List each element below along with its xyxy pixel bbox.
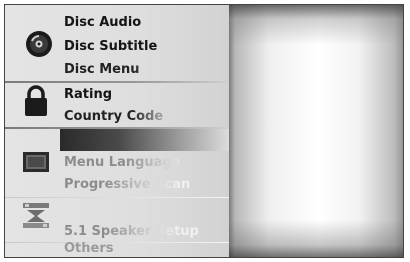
menu-divider [5, 242, 229, 243]
menu-list-panel: Disc Audio Disc Subtitle Disc Menu Ratin… [5, 5, 229, 257]
menu-item-others[interactable]: Others [64, 239, 114, 257]
menu-item-country-code[interactable]: Country Code [64, 107, 163, 127]
menu-item-disc-subtitle[interactable]: Disc Subtitle [64, 37, 157, 57]
padlock-icon [23, 85, 49, 117]
settings-content-panel [229, 5, 403, 257]
menu-divider [5, 197, 229, 198]
menu-item-progressive-scan[interactable]: Progressive Scan [64, 175, 190, 195]
menu-selection-highlight [60, 129, 229, 151]
tv-screen-icon [22, 151, 50, 173]
disc-icon [25, 30, 53, 58]
content-panel-shading [229, 5, 403, 257]
menu-item-disc-menu[interactable]: Disc Menu [64, 60, 139, 80]
menu-item-menu-language[interactable]: Menu Language [64, 153, 181, 173]
speaker-settings-icon [21, 201, 51, 229]
menu-item-disc-audio[interactable]: Disc Audio [64, 13, 141, 33]
setup-menu-frame: Disc Audio Disc Subtitle Disc Menu Ratin… [4, 4, 404, 258]
menu-divider [5, 81, 229, 83]
menu-item-rating[interactable]: Rating [64, 85, 112, 105]
setup-menu-screen: Disc Audio Disc Subtitle Disc Menu Ratin… [0, 0, 410, 262]
